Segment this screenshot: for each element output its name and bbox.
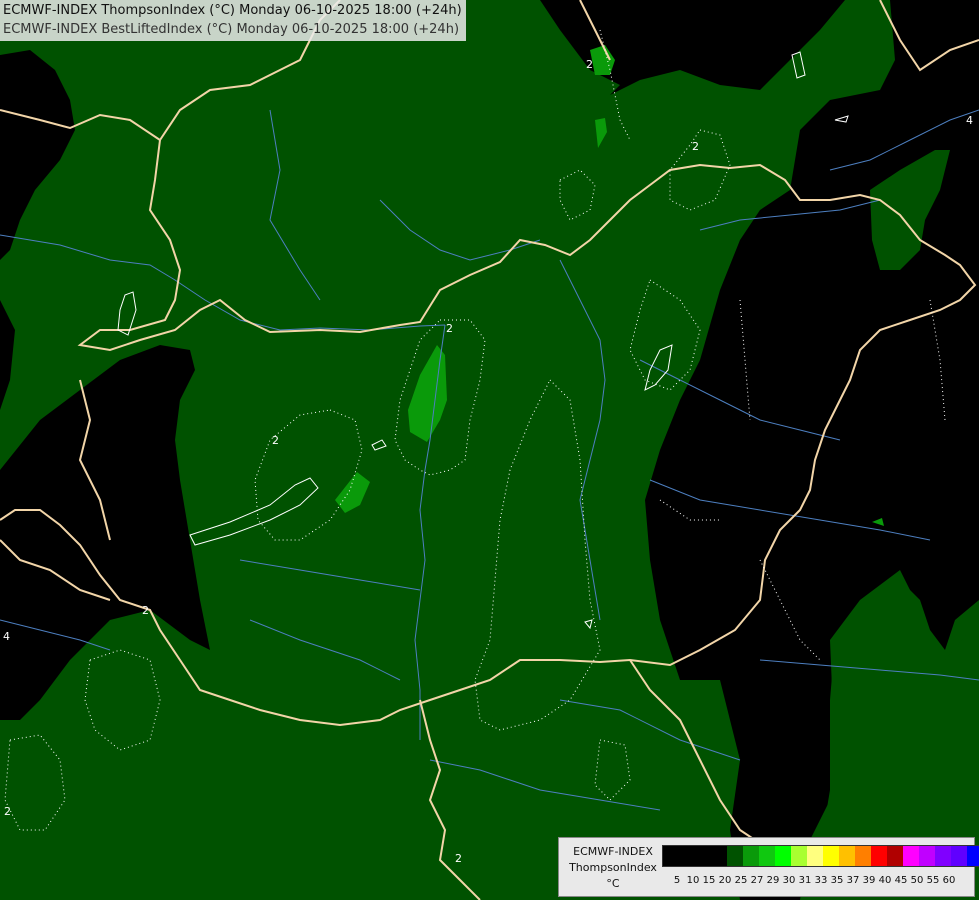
contour-label: 2: [142, 604, 149, 617]
legend-swatch: [711, 846, 727, 866]
legend-tick: 45: [894, 875, 908, 886]
legend-tick-labels: 5 10 15 20 25 27 29 30 31 33 35 37 39 40 45 50 55 60: [669, 875, 957, 886]
legend-swatch: [679, 846, 695, 866]
legend-title: ECMWF-INDEX ThompsonIndex °C: [563, 844, 663, 892]
map-title-box: ECMWF-INDEX ThompsonIndex (°C) Monday 06…: [0, 0, 466, 41]
legend-tick: 40: [878, 875, 892, 886]
legend-swatch: [871, 846, 887, 866]
legend-tick: 5: [673, 875, 681, 886]
contour-label: 2: [272, 434, 279, 447]
map-title-line-2: ECMWF-INDEX BestLiftedIndex (°C) Monday …: [3, 22, 460, 37]
legend-swatch: [887, 846, 903, 866]
contour-label: 2: [586, 58, 593, 71]
legend-swatch: [839, 846, 855, 866]
legend-swatch: [823, 846, 839, 866]
legend-tick: 39: [862, 875, 876, 886]
legend-tick: 31: [798, 875, 812, 886]
legend-swatch: [759, 846, 775, 866]
legend-swatch: [791, 846, 807, 866]
legend-unit: °C: [606, 877, 620, 890]
legend-title-line-1: ECMWF-INDEX: [573, 845, 653, 858]
legend-tick: 30: [782, 875, 796, 886]
legend-tick: 27: [750, 875, 764, 886]
legend-swatch: [935, 846, 951, 866]
legend-swatch: [663, 846, 679, 866]
legend-swatch: [855, 846, 871, 866]
legend-swatch: [695, 846, 711, 866]
legend-tick: 35: [830, 875, 844, 886]
map-title-line-1: ECMWF-INDEX ThompsonIndex (°C) Monday 06…: [3, 3, 462, 18]
contour-label: 2: [446, 322, 453, 335]
legend-tick: 25: [734, 875, 748, 886]
contour-label: 4: [966, 114, 973, 127]
legend-swatch: [743, 846, 759, 866]
legend-tick: 50: [910, 875, 924, 886]
contour-label: 2: [455, 852, 462, 865]
legend-swatch: [967, 846, 979, 866]
legend-tick: 20: [718, 875, 732, 886]
legend-tick: 33: [814, 875, 828, 886]
legend-swatch: [775, 846, 791, 866]
legend-swatch: [903, 846, 919, 866]
contour-label: 2: [692, 140, 699, 153]
legend-tick: 29: [766, 875, 780, 886]
legend-tick: 55: [926, 875, 940, 886]
legend-color-bar: [662, 845, 979, 867]
legend-swatch: [727, 846, 743, 866]
legend-tick: 15: [702, 875, 716, 886]
legend-title-line-2: ThompsonIndex: [569, 861, 657, 874]
legend-swatch: [951, 846, 967, 866]
contour-label: 2: [4, 805, 11, 818]
thompson-index-map: 2 2 2 2 2 2 2 4 4: [0, 0, 979, 900]
contour-label: 4: [3, 630, 10, 643]
legend-tick: 37: [846, 875, 860, 886]
legend-swatch: [807, 846, 823, 866]
legend-tick: 10: [686, 875, 700, 886]
legend-tick: 60: [942, 875, 956, 886]
legend-swatch: [919, 846, 935, 866]
color-legend: ECMWF-INDEX ThompsonIndex °C 5 10 15 20 25 27…: [558, 837, 979, 897]
